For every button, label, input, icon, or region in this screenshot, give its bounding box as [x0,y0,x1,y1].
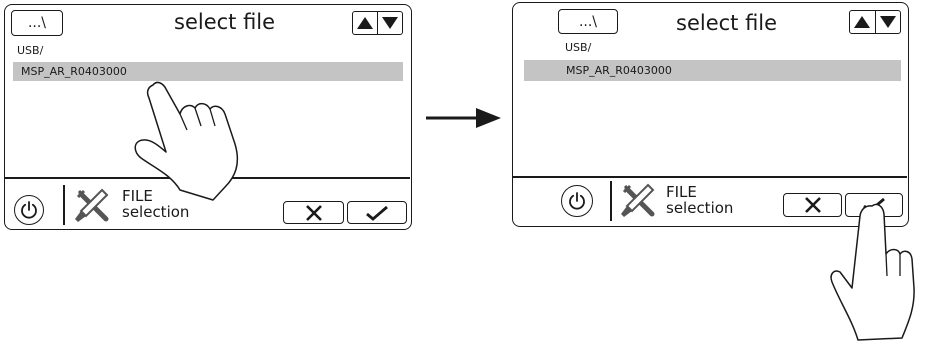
footer-label-line2: selection [666,199,734,217]
footer-label-line1: FILE [666,183,697,201]
screen-title: select file [174,10,276,34]
right-arrow-icon [426,108,501,128]
scroll-up-button[interactable] [850,11,875,33]
footer-separator [63,185,65,225]
x-mark-icon [305,204,322,221]
power-icon [21,201,37,219]
confirm-button[interactable] [347,201,407,224]
screen-title: select file [676,11,778,35]
scroll-buttons [849,10,901,34]
pointing-hand-icon [134,81,239,201]
triangle-down-icon [382,17,398,29]
power-icon [569,192,585,210]
cancel-button[interactable] [283,201,344,224]
screen-after: ...\ select file USB/ MSP_AR_R0403000 FI… [512,2,909,227]
triangle-up-icon [854,16,871,28]
wrench-screwdriver-icon [621,183,655,217]
scroll-down-button[interactable] [377,12,402,34]
footer-separator [610,181,612,221]
current-path: USB/ [17,44,44,57]
footer-label-line2: selection [122,203,190,221]
power-button[interactable] [14,195,44,225]
scroll-buttons [352,11,403,35]
triangle-up-icon [357,17,373,29]
file-list-item-selected[interactable]: MSP_AR_R0403000 [524,60,901,81]
current-path: USB/ [565,41,592,54]
wrench-screwdriver-icon [75,188,109,222]
parent-folder-button[interactable]: ...\ [558,9,618,34]
pointing-hand-icon [830,203,915,341]
scroll-down-button[interactable] [874,11,901,33]
power-button[interactable] [561,185,593,217]
footer-divider [513,176,907,178]
x-mark-icon [804,197,821,213]
scroll-up-button[interactable] [353,12,377,34]
triangle-down-icon [879,16,896,28]
parent-folder-button[interactable]: ...\ [11,10,63,36]
check-mark-icon [366,205,388,221]
